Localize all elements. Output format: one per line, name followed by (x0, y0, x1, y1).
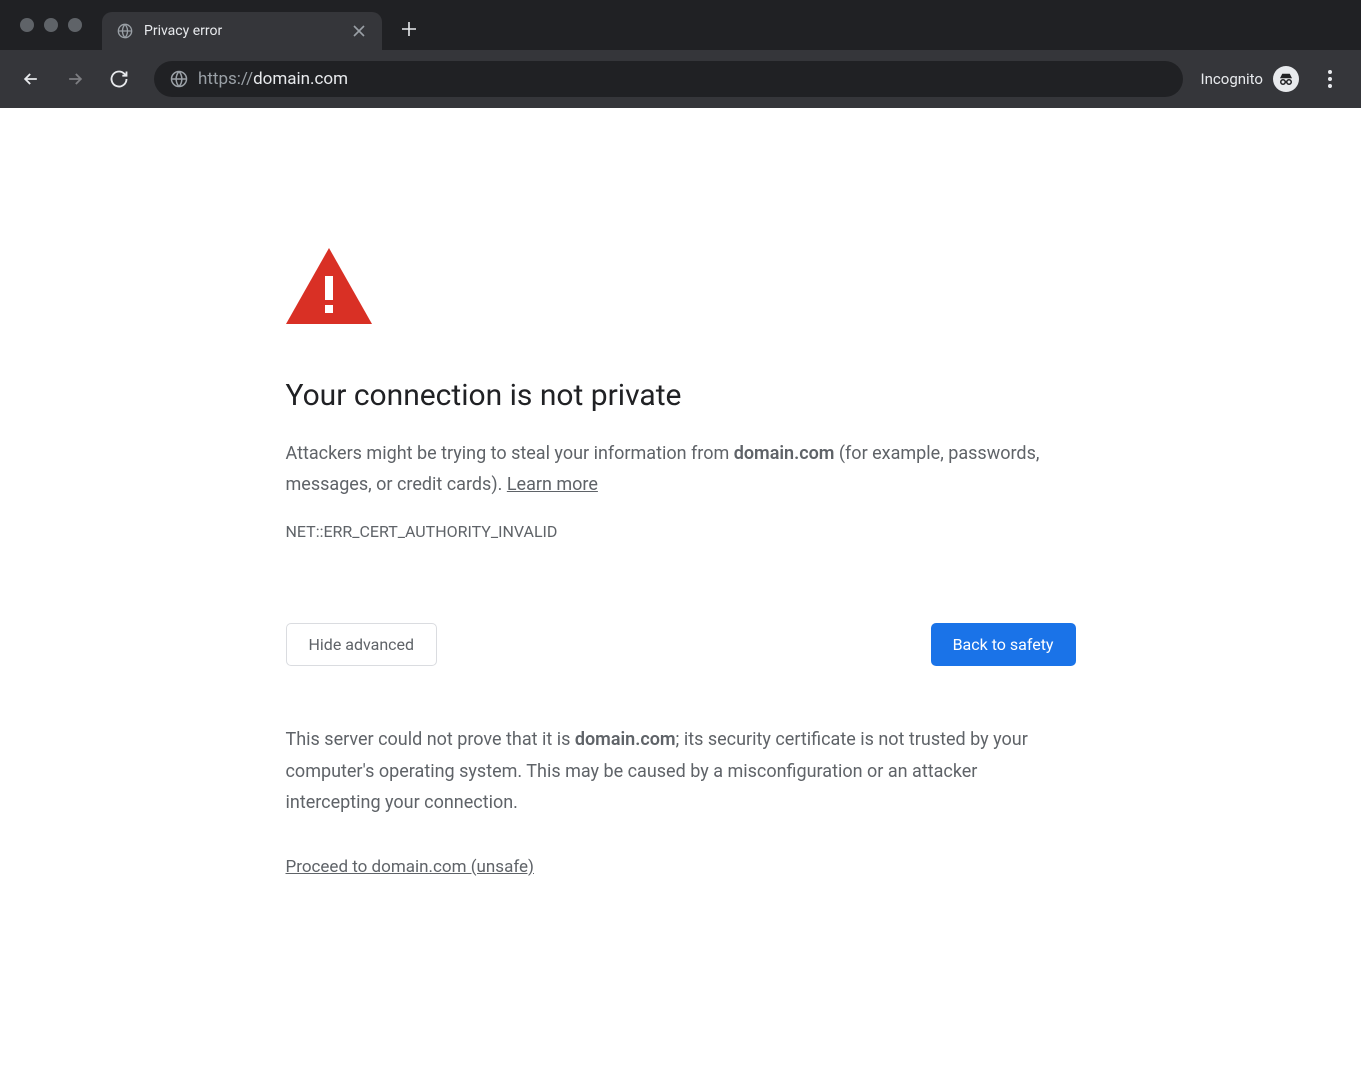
incognito-icon (1273, 66, 1299, 92)
window-close-button[interactable] (20, 18, 34, 32)
browser-chrome: Privacy error https://do (0, 0, 1361, 108)
more-menu-button[interactable] (1313, 62, 1347, 96)
page-heading: Your connection is not private (286, 378, 1076, 413)
url-host: domain.com (253, 69, 348, 89)
hide-advanced-button[interactable]: Hide advanced (286, 623, 438, 666)
error-code: NET::ERR_CERT_AUTHORITY_INVALID (286, 522, 1076, 541)
window-controls (20, 18, 82, 32)
body-prefix: Attackers might be trying to steal your … (286, 443, 734, 464)
new-tab-button[interactable] (394, 14, 424, 44)
globe-icon (170, 70, 188, 88)
warning-body: Attackers might be trying to steal your … (286, 439, 1076, 500)
forward-button[interactable] (58, 62, 92, 96)
globe-icon (116, 22, 134, 40)
reload-button[interactable] (102, 62, 136, 96)
back-to-safety-button[interactable]: Back to safety (931, 623, 1076, 666)
back-button[interactable] (14, 62, 48, 96)
incognito-indicator: Incognito (1201, 66, 1299, 92)
warning-icon (286, 248, 1076, 328)
advanced-prefix: This server could not prove that it is (286, 729, 575, 750)
button-row: Hide advanced Back to safety (286, 623, 1076, 666)
advanced-domain: domain.com (575, 729, 676, 750)
browser-toolbar: https://domain.com Incognito (0, 50, 1361, 108)
window-minimize-button[interactable] (44, 18, 58, 32)
proceed-unsafe-link[interactable]: Proceed to domain.com (unsafe) (286, 857, 534, 877)
address-bar[interactable]: https://domain.com (154, 61, 1183, 97)
browser-tab[interactable]: Privacy error (102, 12, 382, 50)
body-domain: domain.com (734, 443, 835, 464)
error-interstitial: Your connection is not private Attackers… (286, 108, 1076, 877)
advanced-details: This server could not prove that it is d… (286, 724, 1076, 819)
close-icon[interactable] (350, 22, 368, 40)
incognito-label: Incognito (1201, 70, 1263, 88)
tab-strip: Privacy error (0, 0, 1361, 50)
window-maximize-button[interactable] (68, 18, 82, 32)
url-scheme: https:// (198, 69, 253, 89)
learn-more-link[interactable]: Learn more (507, 474, 598, 495)
tab-title: Privacy error (144, 23, 340, 39)
url-text: https://domain.com (198, 69, 348, 89)
